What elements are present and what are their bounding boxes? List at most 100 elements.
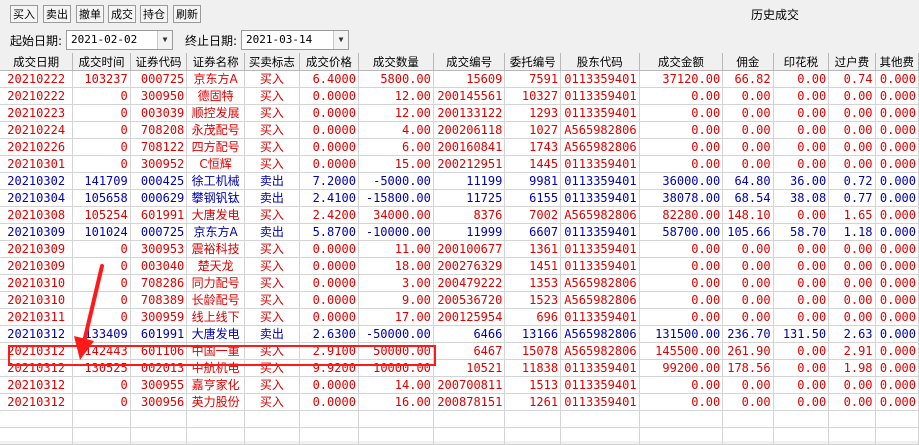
column-header[interactable]: 买卖标志	[244, 53, 300, 71]
table-row[interactable]: 20210224 0 708208 永茂配号 买入 0.0000 4.00 200206118…	[0, 121, 919, 139]
table-row[interactable]: 20210312 0 300956 英力股份 买入 0.0000 16.00 20087815…	[0, 393, 919, 411]
table-cell: 0.00	[773, 393, 830, 411]
table-cell: 15609	[433, 70, 506, 88]
table-cell: 7591	[504, 70, 562, 88]
table-cell: 20210226	[0, 138, 74, 156]
table-cell: 0113359401	[560, 104, 640, 122]
table-row[interactable]: 20210302 141709 000425 徐工机械 卖出 7.2000 -5000.00…	[0, 172, 919, 190]
table-cell: 20210312	[0, 393, 74, 411]
table-cell: 64.80	[722, 172, 774, 190]
table-cell: 36.00	[773, 172, 830, 190]
refresh-button[interactable]: 刷新	[173, 5, 201, 23]
table-cell: 0.00	[722, 308, 774, 326]
table-cell: 000629	[130, 189, 188, 207]
sell-button[interactable]: 卖出	[43, 5, 71, 23]
table-cell: 0.00	[773, 155, 830, 173]
column-header[interactable]: 过户费	[828, 53, 876, 71]
table-cell: 0.00	[828, 291, 876, 309]
table-row[interactable]: 20210308 105254 601991 大唐发电 买入 2.4200 34000.00…	[0, 206, 919, 224]
column-header[interactable]: 佣金	[722, 53, 774, 71]
table-cell: 6467	[433, 342, 506, 360]
page-title: 历史成交	[751, 8, 800, 22]
empty-cell	[828, 427, 876, 445]
table-cell: 0.000	[875, 240, 919, 258]
table-cell: 200878151	[433, 393, 506, 411]
start-date-select[interactable]: 2021-02-02 ▼	[66, 30, 173, 50]
trade-history-grid: 成交日期 成交时间 证券代码 证券名称 买卖标志 成交价格 成交数量 成交编号 委托编号 股东代码…	[0, 53, 919, 445]
table-cell: 18.00	[358, 257, 434, 275]
table-cell: 708286	[130, 274, 188, 292]
table-row[interactable]: 20210222 103237 000725 京东方A 买入 6.4000 5800.00 1…	[0, 70, 919, 88]
table-cell: 0.00	[828, 121, 876, 139]
table-cell: 0.00	[773, 257, 830, 275]
table-row[interactable]: 20210309 101024 000725 京东方A 卖出 5.8700 -10000.0…	[0, 223, 919, 241]
table-cell: 1.65	[828, 206, 876, 224]
cancel-order-button[interactable]: 撤单	[76, 5, 104, 23]
table-cell: 买入	[244, 308, 300, 326]
table-cell: 楚天龙	[186, 257, 245, 275]
table-cell: 0.000	[875, 172, 919, 190]
table-cell: 0.000	[875, 274, 919, 292]
column-header[interactable]: 成交时间	[72, 53, 131, 71]
table-cell: 0.00	[773, 138, 830, 156]
table-cell: 0.000	[875, 291, 919, 309]
column-header[interactable]: 其他费	[875, 53, 919, 71]
table-row[interactable]: 20210223 0 003039 顺控发展 买入 0.0000 12.00 20013312…	[0, 104, 919, 122]
end-date-select[interactable]: 2021-03-14 ▼	[241, 30, 349, 50]
table-cell: 10327	[504, 87, 562, 105]
table-cell: 11725	[433, 189, 506, 207]
table-cell: 德固特	[186, 87, 245, 105]
table-row[interactable]: 20210309 0 300953 震裕科技 买入 0.0000 11.00 20010067…	[0, 240, 919, 258]
positions-button[interactable]: 持仓	[140, 5, 168, 23]
table-cell: 1353	[504, 274, 562, 292]
chevron-down-icon[interactable]: ▼	[157, 31, 172, 49]
table-row[interactable]: 20210309 0 003040 楚天龙 买入 0.0000 18.00 200276329…	[0, 257, 919, 275]
column-header[interactable]: 成交价格	[299, 53, 359, 71]
table-cell: 0113359401	[560, 155, 640, 173]
table-cell: 卖出	[244, 189, 300, 207]
column-header[interactable]: 股东代码	[560, 53, 640, 71]
table-cell: A565982806	[560, 138, 640, 156]
table-cell: 003040	[130, 257, 188, 275]
table-cell: 0113359401	[560, 223, 640, 241]
table-cell: 0.00	[722, 274, 774, 292]
empty-cell	[504, 427, 562, 445]
table-cell: 17.00	[358, 308, 434, 326]
table-cell: 601991	[130, 206, 188, 224]
table-cell: 0.00	[722, 257, 774, 275]
column-header[interactable]: 成交金额	[639, 53, 724, 71]
table-cell: 0.000	[875, 359, 919, 377]
table-cell: 2.63	[828, 325, 876, 343]
table-cell: 买入	[244, 240, 300, 258]
table-row[interactable]: 20210312 133409 601991 大唐发电 卖出 2.6300 -50000.0…	[0, 325, 919, 343]
buy-button[interactable]: 买入	[10, 5, 38, 23]
empty-cell	[722, 410, 774, 428]
table-row[interactable]: 20210310 0 708389 长龄配号 买入 0.0000 9.00 200536720…	[0, 291, 919, 309]
deals-button[interactable]: 成交	[108, 5, 136, 23]
table-cell: 6.00	[358, 138, 434, 156]
table-cell: 0.00	[722, 376, 774, 394]
table-cell: 11.00	[358, 240, 434, 258]
table-row[interactable]: 20210311 0 300959 线上线下 买入 0.0000 17.00 20012595…	[0, 308, 919, 326]
column-header[interactable]: 成交日期	[0, 53, 74, 71]
table-row[interactable]: 20210304 105658 000629 攀钢钒钛 卖出 2.4100 -15800.0…	[0, 189, 919, 207]
column-header[interactable]: 成交数量	[358, 53, 434, 71]
column-header[interactable]: 证券代码	[130, 53, 188, 71]
chevron-down-icon[interactable]: ▼	[333, 31, 348, 49]
table-cell: 0.000	[875, 87, 919, 105]
table-cell: 四方配号	[186, 138, 245, 156]
table-cell: 0.00	[828, 274, 876, 292]
column-header[interactable]: 印花税	[773, 53, 830, 71]
table-cell: 131500.00	[639, 325, 724, 343]
table-cell: A565982806	[560, 206, 640, 224]
table-row[interactable]: 20210222 0 300950 德固特 买入 0.0000 12.00 200145561…	[0, 87, 919, 105]
table-row[interactable]: 20210312 0 300955 嘉亨家化 买入 0.0000 14.00 20070081…	[0, 376, 919, 394]
column-header[interactable]: 委托编号	[504, 53, 562, 71]
table-row[interactable]: 20210226 0 708122 四方配号 买入 0.0000 6.00 200160841…	[0, 138, 919, 156]
table-cell: 0113359401	[560, 376, 640, 394]
table-cell: 1027	[504, 121, 562, 139]
table-row[interactable]: 20210301 0 300952 C恒辉 买入 0.0000 15.00 200212951…	[0, 155, 919, 173]
table-row[interactable]: 20210310 0 708286 同力配号 买入 0.0000 3.00 200479222…	[0, 274, 919, 292]
column-header[interactable]: 成交编号	[433, 53, 506, 71]
column-header[interactable]: 证券名称	[186, 53, 245, 71]
